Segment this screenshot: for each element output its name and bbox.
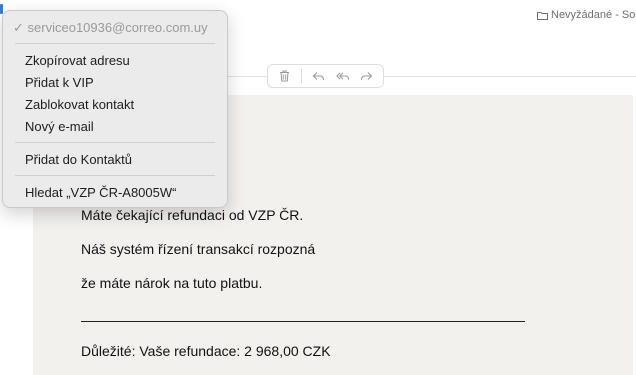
message-toolbar: [267, 64, 384, 88]
menu-item-new-email[interactable]: Nový e-mail: [25, 119, 94, 134]
menu-sender-address[interactable]: ✓ serviceo10936@correo.com.uy: [13, 20, 208, 36]
checkmark-icon: ✓: [13, 20, 24, 35]
divider-right: [384, 76, 636, 77]
menu-item-add-vip[interactable]: Přidat k VIP: [25, 75, 94, 90]
menu-item-search[interactable]: Hledat „VZP ČR-A8005W“: [25, 185, 176, 200]
mailbox-name: Nevyžádané - So: [551, 9, 636, 21]
menu-separator: [15, 175, 215, 176]
email-line-1: Máte čekající refundaci od VZP ČR.: [81, 207, 304, 223]
sender-context-menu: ✓ serviceo10936@correo.com.uy Zkopírovat…: [2, 10, 228, 208]
menu-item-copy-address[interactable]: Zkopírovat adresu: [25, 53, 130, 68]
mailbox-label[interactable]: Nevyžádané - So: [537, 9, 635, 21]
email-line-2: Náš systém řízení transakcí rozpozná: [81, 241, 316, 257]
menu-separator: [15, 142, 215, 143]
menu-item-add-to-contacts[interactable]: Přidat do Kontaktů: [25, 152, 132, 167]
reply-all-icon[interactable]: [335, 69, 350, 83]
menu-item-block-contact[interactable]: Zablokovat kontakt: [25, 97, 134, 112]
email-line-4: Důležité: Vaše refundace: 2 968,00 CZK: [81, 343, 331, 359]
reply-icon[interactable]: [312, 69, 326, 83]
trash-icon[interactable]: [278, 69, 292, 83]
toolbar-separator: [301, 69, 303, 83]
email-line-3: že máte nárok na tuto platbu.: [81, 275, 263, 291]
email-horizontal-rule: [81, 321, 525, 322]
divider-left: [228, 76, 267, 77]
menu-separator: [15, 43, 215, 44]
folder-icon: [537, 11, 548, 20]
sender-address-text: serviceo10936@correo.com.uy: [27, 20, 208, 35]
forward-icon[interactable]: [359, 69, 373, 83]
